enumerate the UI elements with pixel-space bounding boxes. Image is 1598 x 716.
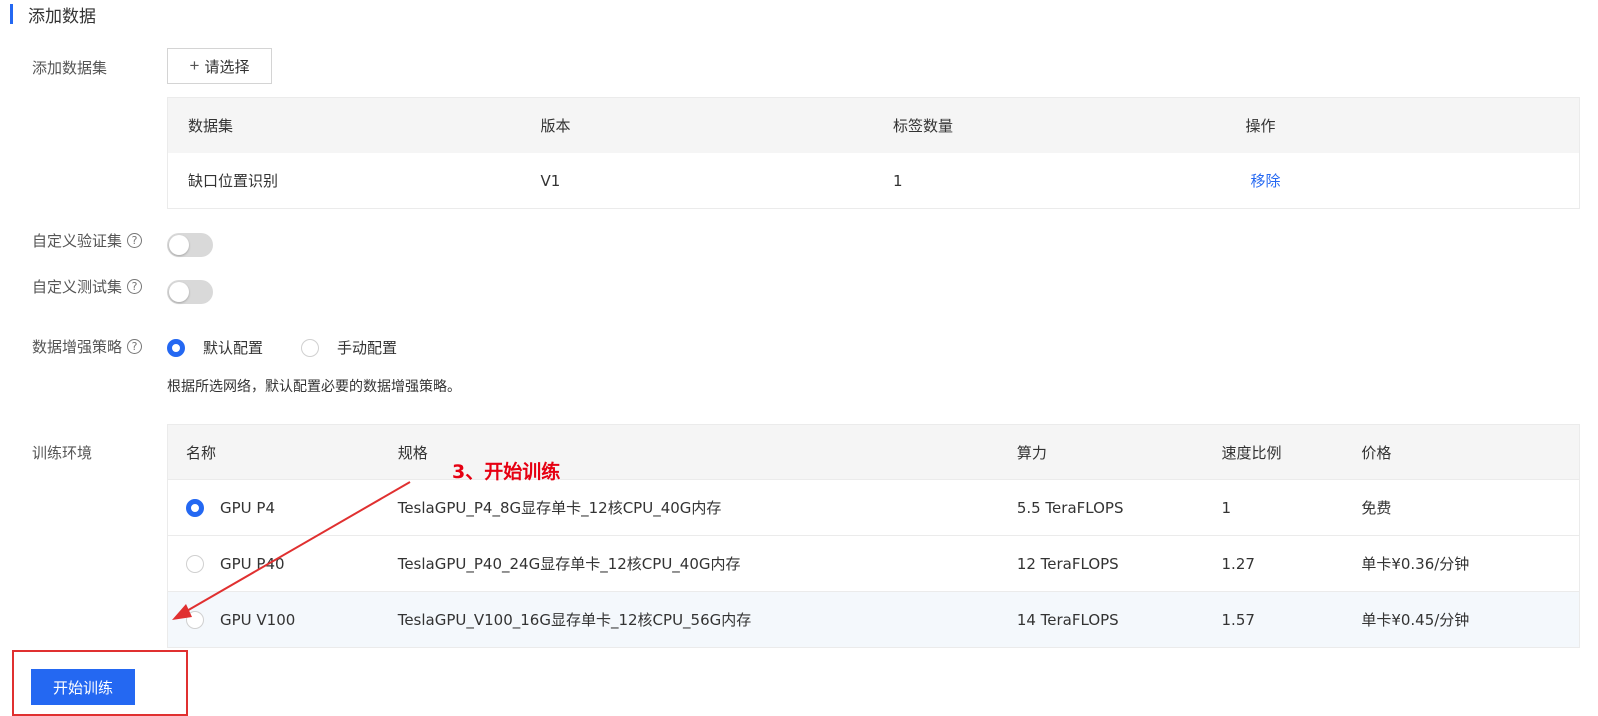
env-price: 免费 (1361, 499, 1392, 517)
action-cell: 移除 (1226, 170, 1580, 191)
column-header-dataset: 数据集 (188, 117, 234, 135)
column-header-power: 算力 (1016, 443, 1047, 462)
env-name: GPU V100 (220, 610, 296, 629)
column-header-speed: 速度比例 (1221, 443, 1282, 462)
dataset-table: 数据集 版本 标签数量 操作 缺口位置识别 V1 1 移除 (167, 97, 1580, 209)
help-icon[interactable]: ? (127, 279, 143, 294)
column-header-label-count: 标签数量 (893, 117, 954, 135)
augment-label-text: 数据增强策略 (32, 338, 123, 356)
dataset-table-header: 数据集 版本 标签数量 操作 (168, 98, 1579, 153)
augment-option-default[interactable]: 默认配置 (167, 337, 263, 358)
augment-option-manual-label: 手动配置 (337, 339, 398, 357)
env-name: GPU P4 (220, 498, 276, 517)
augment-hint: 根据所选网络，默认配置必要的数据增强策略。 (167, 379, 461, 395)
radio-checked[interactable] (186, 498, 204, 517)
augment-option-manual[interactable]: 手动配置 (301, 337, 397, 358)
augment-label: 数据增强策略 ? (32, 336, 143, 357)
test-toggle[interactable] (167, 280, 213, 304)
plus-icon: + (189, 56, 200, 75)
radio-unchecked[interactable] (301, 338, 320, 357)
section-title: 添加数据 (28, 6, 96, 27)
env-name-cell: GPU P40 (168, 554, 388, 573)
augment-option-default-label: 默认配置 (203, 339, 264, 357)
env-name: GPU P40 (220, 554, 285, 573)
table-row[interactable]: GPU P4 TeslaGPU_P4_8G显存单卡_12核CPU_40G内存 5… (168, 479, 1579, 535)
test-label-text: 自定义测试集 (32, 278, 123, 296)
toggle-knob (169, 235, 189, 255)
radio-checked[interactable] (167, 338, 185, 357)
env-spec: TeslaGPU_P4_8G显存单卡_12核CPU_40G内存 (397, 499, 722, 517)
section-accent-bar (10, 4, 13, 24)
env-speed: 1.57 (1221, 610, 1255, 629)
env-price: 单卡¥0.36/分钟 (1361, 555, 1470, 573)
dataset-label: 添加数据集 (32, 57, 107, 78)
toggle-knob (169, 282, 189, 302)
table-row[interactable]: GPU P40 TeslaGPU_P40_24G显存单卡_12核CPU_40G内… (168, 535, 1579, 591)
column-header-action: 操作 (1245, 117, 1276, 135)
env-table: 名称 规格 算力 速度比例 价格 GPU P4 TeslaGPU_P4_8G显存… (167, 424, 1580, 648)
env-name-cell: GPU P4 (168, 498, 388, 517)
select-dataset-label: 请选择 (204, 58, 250, 76)
env-spec: TeslaGPU_P40_24G显存单卡_12核CPU_40G内存 (397, 555, 741, 573)
dataset-label-count: 1 (893, 171, 903, 190)
env-power: 12 TeraFLOPS (1016, 554, 1119, 573)
validation-toggle[interactable] (167, 233, 213, 257)
env-spec: TeslaGPU_V100_16G显存单卡_12核CPU_56G内存 (397, 611, 752, 629)
remove-link[interactable]: 移除 (1246, 172, 1281, 190)
column-header-version: 版本 (540, 117, 571, 135)
section-header: 添加数据 (10, 2, 96, 27)
column-header-price: 价格 (1361, 443, 1392, 462)
help-icon[interactable]: ? (127, 339, 143, 354)
radio-unchecked[interactable] (186, 610, 204, 629)
table-row[interactable]: GPU V100 TeslaGPU_V100_16G显存单卡_12核CPU_56… (168, 591, 1579, 647)
validation-label-text: 自定义验证集 (32, 232, 123, 250)
augment-radio-group: 默认配置 手动配置 (167, 337, 435, 358)
env-speed: 1.27 (1221, 554, 1255, 573)
dataset-label-text: 添加数据集 (32, 59, 108, 77)
env-power: 5.5 TeraFLOPS (1016, 498, 1124, 517)
dataset-name: 缺口位置识别 (188, 172, 279, 190)
validation-label: 自定义验证集 ? (32, 230, 143, 251)
select-dataset-button[interactable]: + 请选择 (167, 48, 272, 84)
env-speed: 1 (1221, 498, 1232, 517)
test-label: 自定义测试集 ? (32, 276, 143, 297)
env-price: 单卡¥0.45/分钟 (1361, 611, 1470, 629)
table-row: 缺口位置识别 V1 1 移除 (168, 153, 1579, 208)
env-table-header: 名称 规格 算力 速度比例 价格 (168, 425, 1579, 479)
env-label: 训练环境 (32, 442, 92, 463)
column-header-name: 名称 (186, 443, 217, 462)
page: 添加数据 添加数据集 + 请选择 数据集 版本 标签数量 操作 缺口位置识别 V… (0, 0, 1598, 716)
env-power: 14 TeraFLOPS (1016, 610, 1119, 629)
dataset-version: V1 (540, 171, 561, 190)
env-name-cell: GPU V100 (168, 610, 388, 629)
env-label-text: 训练环境 (32, 444, 93, 462)
annotation-text: 3、开始训练 (452, 461, 561, 483)
radio-unchecked[interactable] (186, 554, 204, 573)
start-training-button[interactable]: 开始训练 (31, 669, 135, 705)
help-icon[interactable]: ? (127, 233, 143, 248)
